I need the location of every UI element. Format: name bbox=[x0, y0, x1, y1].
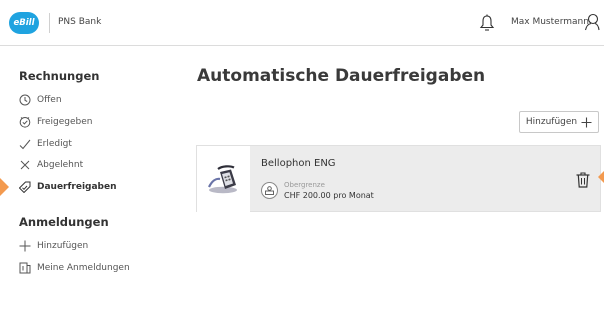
logo-divider bbox=[49, 13, 50, 33]
sidebar-item-label: Abgelehnt bbox=[37, 160, 84, 170]
standing-approval-card[interactable]: Bellophon ENG Obergrenze CHF 200.00 pro … bbox=[196, 145, 601, 213]
document-icon bbox=[19, 262, 31, 274]
clock-icon bbox=[19, 94, 31, 106]
sidebar-item-label: Freigegeben bbox=[37, 117, 93, 127]
sidebar-item-label: Hinzufügen bbox=[37, 241, 89, 251]
clock-check-icon bbox=[19, 117, 31, 128]
sidebar-item-label: Offen bbox=[37, 95, 62, 105]
sidebar-item-erledigt[interactable]: Erledigt bbox=[19, 137, 72, 151]
sidebar-item-offen[interactable]: Offen bbox=[19, 93, 62, 107]
sidebar-item-label: Meine Anmeldungen bbox=[37, 263, 130, 273]
sidebar-item-freigegeben[interactable]: Freigegeben bbox=[19, 115, 93, 129]
section-title-anmeldungen: Anmeldungen bbox=[19, 215, 109, 229]
page-title: Automatische Dauerfreigaben bbox=[197, 66, 486, 86]
bell-icon[interactable] bbox=[479, 14, 495, 32]
add-button-label: Hinzufügen bbox=[525, 117, 578, 127]
limit-icon bbox=[261, 182, 278, 199]
trash-icon[interactable] bbox=[576, 172, 590, 188]
tag-check-icon bbox=[19, 181, 31, 193]
sidebar-item-label: Dauerfreigaben bbox=[37, 182, 117, 192]
card-action-marker bbox=[598, 170, 604, 184]
section-title-rechnungen: Rechnungen bbox=[19, 69, 100, 83]
user-name[interactable]: Max Mustermann bbox=[511, 17, 589, 27]
x-icon bbox=[20, 160, 30, 170]
add-button[interactable]: Hinzufügen bbox=[519, 111, 599, 133]
sidebar-item-abgelehnt[interactable]: Abgelehnt bbox=[19, 158, 83, 172]
sidebar-item-label: Erledigt bbox=[37, 139, 72, 149]
plus-icon bbox=[19, 240, 31, 252]
phone-icon bbox=[207, 164, 237, 193]
sidebar-item-meine-anmeldungen[interactable]: Meine Anmeldungen bbox=[19, 261, 130, 275]
biller-name: Bellophon ENG bbox=[261, 158, 336, 169]
bank-name: PNS Bank bbox=[58, 17, 102, 27]
plus-icon bbox=[581, 117, 592, 127]
limit-value: CHF 200.00 pro Monat bbox=[284, 191, 374, 200]
ebill-logo[interactable]: eBill bbox=[9, 12, 39, 34]
active-item-marker bbox=[0, 178, 9, 196]
limit-label: Obergrenze bbox=[284, 181, 325, 189]
top-bar: eBill PNS Bank Max Mustermann bbox=[0, 0, 604, 46]
sidebar-item-hinzufuegen[interactable]: Hinzufügen bbox=[19, 239, 88, 253]
user-icon[interactable] bbox=[584, 13, 600, 31]
biller-logo bbox=[197, 146, 250, 213]
checkmark-icon bbox=[19, 139, 31, 150]
sidebar-item-dauerfreigaben[interactable]: Dauerfreigaben bbox=[19, 180, 117, 194]
